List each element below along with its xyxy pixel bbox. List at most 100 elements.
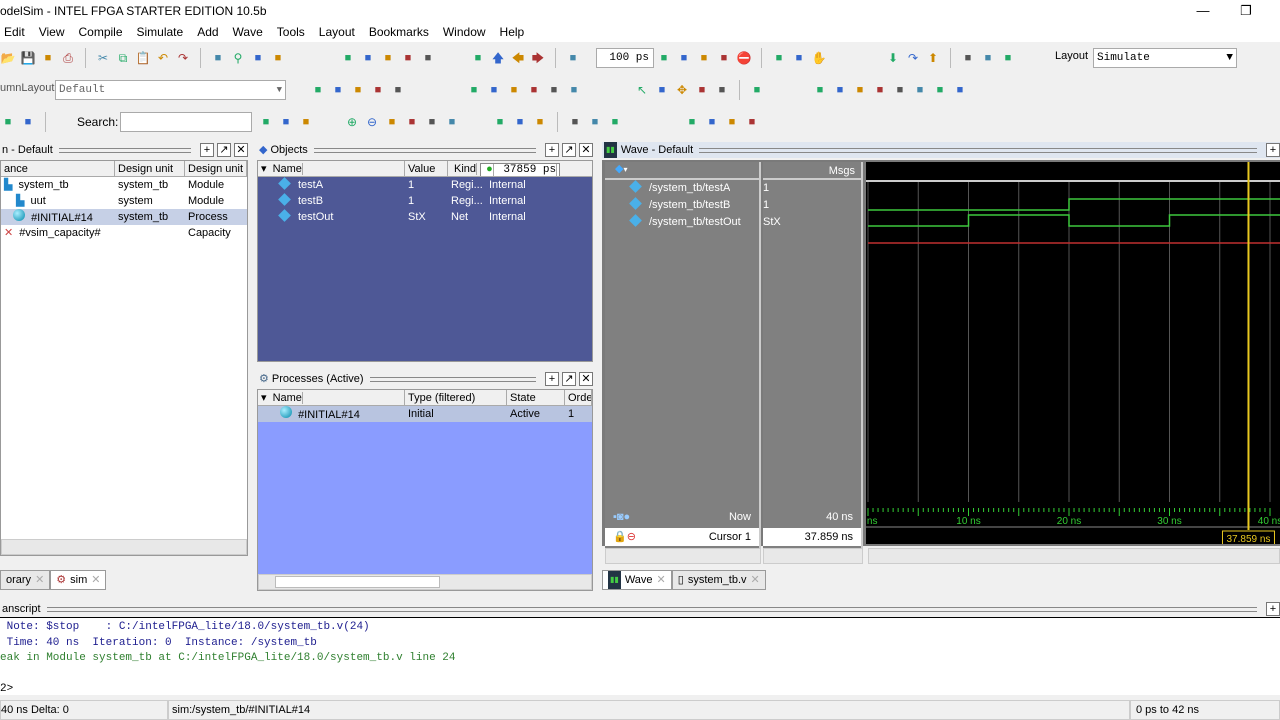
menu-add[interactable]: Add bbox=[197, 22, 225, 42]
undock-button[interactable]: ↗ bbox=[562, 372, 576, 386]
col-value[interactable]: Value bbox=[405, 161, 448, 176]
hand-icon[interactable]: ✋ bbox=[811, 50, 827, 66]
menu-edit[interactable]: Edit bbox=[4, 22, 32, 42]
delete-break-icon[interactable]: ■ bbox=[420, 50, 436, 66]
add-objects-icon[interactable]: ■ bbox=[390, 82, 406, 98]
step-over-c-icon[interactable]: ■ bbox=[980, 50, 996, 66]
values-hscrollbar[interactable] bbox=[763, 548, 863, 564]
wave-line-icon[interactable]: ■ bbox=[492, 114, 508, 130]
menu-tools[interactable]: Tools bbox=[277, 22, 312, 42]
layout-select[interactable]: Simulate ▼ bbox=[1093, 48, 1237, 68]
menu-compile[interactable]: Compile bbox=[78, 22, 129, 42]
wave-add-icon[interactable]: ◆▾ bbox=[605, 162, 759, 180]
redo-icon[interactable]: ↷ bbox=[175, 50, 191, 66]
names-hscrollbar[interactable] bbox=[605, 548, 761, 564]
filter-in-icon[interactable]: ■ bbox=[466, 82, 482, 98]
add-dataflow-icon[interactable]: ■ bbox=[370, 82, 386, 98]
filter-out-icon[interactable]: ■ bbox=[506, 82, 522, 98]
run-icon[interactable]: ■ bbox=[656, 50, 672, 66]
save-icon[interactable]: 💾 bbox=[20, 50, 36, 66]
copy-icon[interactable]: ⧉ bbox=[115, 50, 131, 66]
load-design-icon[interactable]: ■ bbox=[340, 50, 356, 66]
menu-bookmarks[interactable]: Bookmarks bbox=[369, 22, 436, 42]
wave-signal-row[interactable]: /system_tb/testB bbox=[605, 197, 759, 214]
close-icon[interactable]: ✕ bbox=[751, 571, 760, 589]
dock-button[interactable]: + bbox=[1266, 602, 1280, 616]
insert-cursor-icon[interactable]: ■ bbox=[714, 82, 730, 98]
object-row[interactable]: testOut StX Net Internal bbox=[258, 209, 592, 225]
delete-cursor-icon[interactable]: ■ bbox=[832, 82, 848, 98]
col-instance[interactable]: ance bbox=[1, 161, 115, 176]
menu-view[interactable]: View bbox=[39, 22, 72, 42]
cut-icon[interactable]: ✂ bbox=[95, 50, 111, 66]
find-replace-icon[interactable]: ■ bbox=[250, 50, 266, 66]
find-icon[interactable]: ⚲ bbox=[230, 50, 246, 66]
instance-row[interactable]: ✕ #vsim_capacity# Capacity bbox=[1, 225, 247, 241]
wave-hscrollbar[interactable] bbox=[868, 548, 1280, 564]
step-into-c-icon[interactable]: ■ bbox=[960, 50, 976, 66]
close-icon[interactable]: ✕ bbox=[657, 571, 666, 589]
lock-icon[interactable]: 🔒 bbox=[613, 528, 627, 546]
tab-library[interactable]: orary ✕ bbox=[0, 570, 51, 590]
break-icon[interactable]: ■ bbox=[400, 50, 416, 66]
zoom-full-icon[interactable]: ■ bbox=[384, 114, 400, 130]
menu-window[interactable]: Window bbox=[443, 22, 493, 42]
search-input[interactable] bbox=[120, 112, 252, 132]
undo-icon[interactable]: ↶ bbox=[155, 50, 171, 66]
wave-fill-icon[interactable]: ■ bbox=[532, 114, 548, 130]
profile-mem-icon[interactable]: ■ bbox=[791, 50, 807, 66]
waveform-canvas[interactable]: 0 ns 10 ns 20 ns 30 ns 40 ns 37.859 ns bbox=[866, 162, 1280, 544]
remove-all-break-icon[interactable]: ■ bbox=[704, 114, 720, 130]
close-icon[interactable]: ✕ bbox=[35, 571, 44, 589]
wave-grey-icon[interactable]: ■ bbox=[567, 114, 583, 130]
tab-source[interactable]: ▯ system_tb.v ✕ bbox=[671, 570, 766, 590]
insert-cursor-icon[interactable]: ■ bbox=[812, 82, 828, 98]
wave-ramp-icon[interactable]: ■ bbox=[607, 114, 623, 130]
zoom-box-icon[interactable]: ■ bbox=[654, 82, 670, 98]
run-length-input[interactable] bbox=[596, 48, 654, 68]
filter-internal-icon[interactable]: ■ bbox=[526, 82, 542, 98]
cursor-tools-icon[interactable]: ▪◙● bbox=[613, 508, 630, 526]
wave-compare-icon[interactable]: ■ bbox=[360, 50, 376, 66]
clear-icon[interactable]: ■ bbox=[744, 114, 760, 130]
remove-break-icon[interactable]: ■ bbox=[684, 114, 700, 130]
dock-button[interactable]: + bbox=[545, 372, 559, 386]
filter-clear-icon[interactable]: ■ bbox=[566, 82, 582, 98]
add-wave-icon[interactable]: ■ bbox=[310, 82, 326, 98]
zoom-range-icon[interactable]: ■ bbox=[424, 114, 440, 130]
col-type[interactable]: Type (filtered) bbox=[405, 390, 507, 405]
up-icon[interactable]: 🡅 bbox=[490, 50, 506, 66]
next-falling-icon[interactable]: ■ bbox=[912, 82, 928, 98]
new-window-icon[interactable]: ■ bbox=[470, 50, 486, 66]
continue-icon[interactable]: ■ bbox=[676, 50, 692, 66]
col-order[interactable]: Order bbox=[565, 390, 592, 405]
col-name[interactable]: ▾ Name bbox=[258, 390, 405, 405]
maximize-button[interactable]: ❐ bbox=[1231, 2, 1261, 20]
col-design-unit-type[interactable]: Design unit t bbox=[185, 161, 247, 176]
object-row[interactable]: testB 1 Regi... Internal bbox=[258, 193, 592, 209]
scroll-thumb[interactable] bbox=[275, 576, 440, 588]
zoom-out-icon[interactable]: ⊖ bbox=[364, 114, 380, 130]
back-icon[interactable]: 🡄 bbox=[510, 50, 526, 66]
search-prev-icon[interactable]: ■ bbox=[258, 114, 274, 130]
instance-row[interactable]: #INITIAL#14 system_tb Process bbox=[1, 209, 247, 225]
zoom-last-icon[interactable]: ■ bbox=[444, 114, 460, 130]
menu-wave[interactable]: Wave bbox=[233, 22, 270, 42]
prev-edge-icon[interactable]: ■ bbox=[852, 82, 868, 98]
paste-icon[interactable]: 📋 bbox=[135, 50, 151, 66]
time-readout[interactable]: ● 37859 ps bbox=[480, 163, 561, 176]
wave-step-icon[interactable]: ■ bbox=[587, 114, 603, 130]
close-icon[interactable]: ✕ bbox=[91, 571, 100, 589]
run-all-icon[interactable]: ■ bbox=[696, 50, 712, 66]
collapse-icon[interactable]: ■ bbox=[20, 114, 36, 130]
forward-icon[interactable]: 🡆 bbox=[530, 50, 546, 66]
open-icon[interactable]: 📂 bbox=[0, 50, 16, 66]
profile-icon[interactable]: ■ bbox=[771, 50, 787, 66]
dock-button[interactable]: + bbox=[200, 143, 214, 157]
instance-row[interactable]: ▙ system_tb system_tb Module bbox=[1, 177, 247, 193]
filter-all-icon[interactable]: ■ bbox=[546, 82, 562, 98]
next-rising-icon[interactable]: ■ bbox=[952, 82, 968, 98]
tab-sim[interactable]: ⚙ sim ✕ bbox=[50, 570, 107, 590]
col-kind[interactable]: Kind ● 37859 ps bbox=[448, 161, 592, 176]
search-next-icon[interactable]: ■ bbox=[278, 114, 294, 130]
